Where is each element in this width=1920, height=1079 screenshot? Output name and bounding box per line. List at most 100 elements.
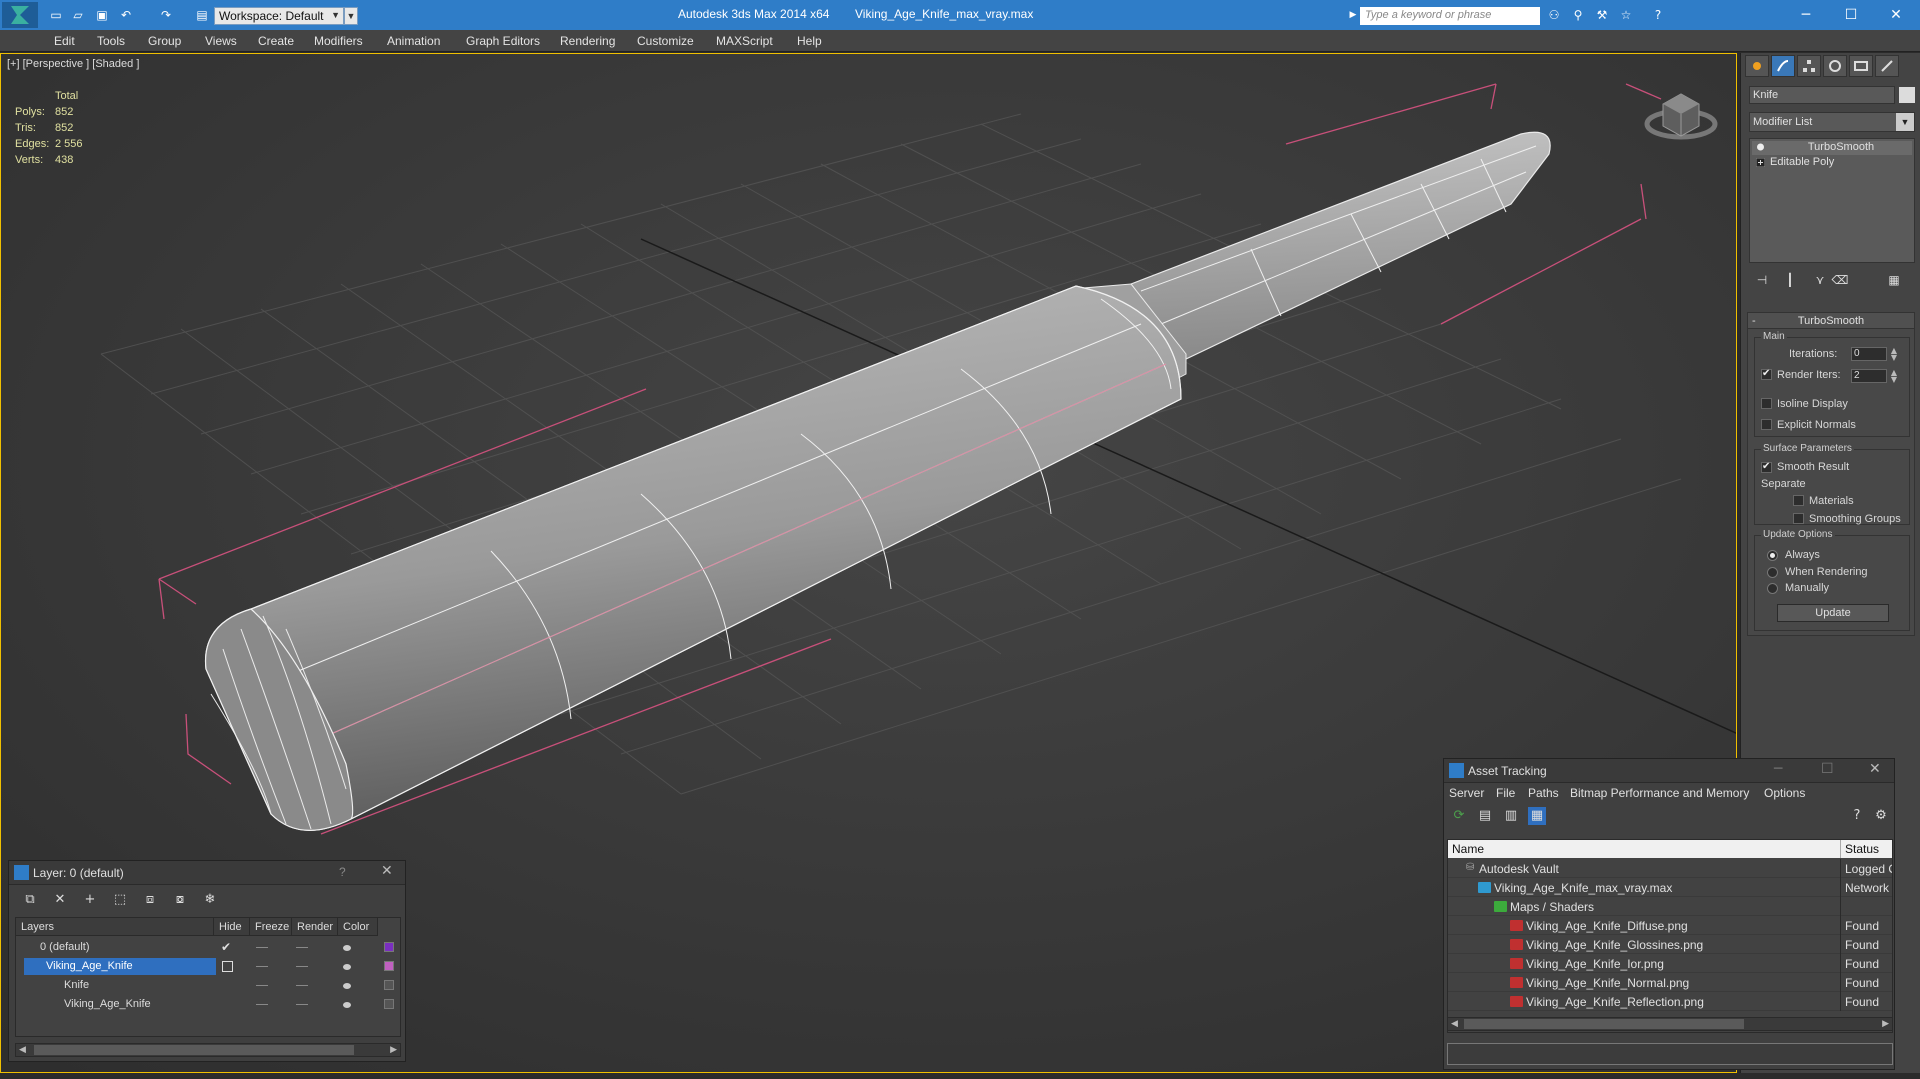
search-expand-icon[interactable]: ▶ (1345, 7, 1361, 23)
update-button[interactable]: Update (1777, 604, 1889, 622)
show-end-result-icon[interactable]: ┃ (1781, 271, 1799, 289)
menu-file[interactable]: File (1496, 786, 1515, 800)
table-row[interactable]: Viking_Age_Knife_Reflection.png Found (1448, 992, 1892, 1011)
table-row[interactable]: Maps / Shaders (1448, 897, 1892, 916)
menu-paths[interactable]: Paths (1528, 786, 1559, 800)
set-current-box[interactable] (222, 961, 233, 972)
utilities-tab-icon[interactable] (1875, 55, 1899, 77)
menu-edit[interactable]: Edit (54, 34, 75, 48)
add-selection-icon[interactable]: + (81, 891, 99, 909)
delete-layer-icon[interactable]: ✕ (51, 891, 69, 909)
expand-plus-icon[interactable] (1756, 158, 1765, 167)
spinner-arrows-icon[interactable]: ▲ ▼ (1889, 347, 1899, 362)
menu-modifiers[interactable]: Modifiers (314, 34, 363, 48)
workspace-dropdown[interactable]: Workspace: Default ▼ (214, 7, 344, 25)
table-row[interactable]: Viking_Age_Knife (16, 957, 400, 976)
teapot-render-icon[interactable] (342, 962, 352, 970)
hide-toggle[interactable] (256, 985, 268, 986)
menu-graph-editors[interactable]: Graph Editors (466, 34, 540, 48)
configure-sets-icon[interactable]: ▦ (1885, 271, 1903, 289)
communication-icon[interactable]: ⚒ (1594, 7, 1610, 23)
asset-path-field[interactable] (1447, 1043, 1893, 1065)
table-row[interactable]: Viking_Age_Knife_max_vray.max Network (1448, 878, 1892, 897)
menu-maxscript[interactable]: MAXScript (716, 34, 773, 48)
iterations-spinner[interactable]: 0 (1851, 347, 1887, 361)
layer-color-swatch[interactable] (384, 942, 394, 952)
motion-tab-icon[interactable] (1823, 55, 1847, 77)
column-header[interactable]: Freeze (250, 918, 292, 936)
pin-stack-icon[interactable]: ⊣ (1753, 271, 1771, 289)
minimize-icon[interactable]: ─ (1793, 4, 1819, 26)
table-row[interactable]: ⛁ Autodesk Vault Logged O (1448, 859, 1892, 878)
menu-tools[interactable]: Tools (97, 34, 125, 48)
freeze-all-icon[interactable]: ❄ (201, 891, 219, 909)
remove-modifier-icon[interactable]: ⌫ (1831, 271, 1849, 289)
select-objects-icon[interactable]: ⬚ (111, 891, 129, 909)
hide-toggle[interactable] (256, 966, 268, 967)
display-tab-icon[interactable] (1849, 55, 1873, 77)
new-file-icon[interactable]: ▭ (48, 7, 64, 23)
render-iters-spinner[interactable]: 2 (1851, 369, 1887, 383)
spinner-arrows-icon[interactable]: ▲ ▼ (1889, 369, 1899, 384)
modify-tab-icon[interactable] (1771, 55, 1795, 77)
scroll-thumb[interactable] (1464, 1019, 1744, 1029)
table-row[interactable]: Viking_Age_Knife_Diffuse.png Found (1448, 916, 1892, 935)
subscription-icon[interactable]: ⚲ (1570, 7, 1586, 23)
explicit-normals-checkbox[interactable] (1761, 419, 1772, 430)
stack-item-editable-poly[interactable]: Editable Poly (1752, 156, 1912, 170)
project-folder-icon[interactable]: ▤ (194, 7, 210, 23)
object-color-swatch[interactable] (1899, 87, 1915, 103)
menu-options[interactable]: Options (1764, 786, 1805, 800)
create-tab-icon[interactable] (1745, 55, 1769, 77)
menu-rendering[interactable]: Rendering (560, 34, 615, 48)
materials-checkbox[interactable] (1793, 495, 1804, 506)
menu-views[interactable]: Views (205, 34, 237, 48)
table-row[interactable]: Viking_Age_Knife_Glossines.png Found (1448, 935, 1892, 954)
binoculars-icon[interactable]: ⚇ (1546, 7, 1562, 23)
layer-dialog-titlebar[interactable]: Layer: 0 (default) ? ✕ (9, 861, 405, 885)
layer-color-swatch[interactable] (384, 980, 394, 990)
table-row[interactable]: Knife (16, 976, 400, 995)
modifier-list-dropdown[interactable]: Modifier List ▼ (1749, 112, 1915, 132)
favorites-star-icon[interactable]: ☆ (1618, 7, 1634, 23)
horizontal-scrollbar[interactable]: ◀ ▶ (1447, 1017, 1893, 1031)
workspace-menu-button[interactable]: ▼ (344, 7, 358, 25)
table-view-icon[interactable]: ▦ (1528, 807, 1546, 825)
undo-icon[interactable]: ↶ (118, 7, 134, 23)
maximize-icon[interactable]: ☐ (1838, 4, 1864, 26)
menu-bitmap-performance[interactable]: Bitmap Performance and Memory (1570, 786, 1749, 800)
help-icon[interactable]: ? (1650, 7, 1666, 23)
list-view-icon[interactable]: ▤ (1476, 807, 1494, 825)
column-header[interactable]: Hide (214, 918, 250, 936)
table-row[interactable]: 0 (default) ✔ (16, 938, 400, 957)
hide-toggle[interactable] (256, 1004, 268, 1005)
column-header[interactable]: Name (1448, 840, 1841, 858)
freeze-toggle[interactable] (296, 985, 308, 986)
smoothing-groups-checkbox[interactable] (1793, 513, 1804, 524)
horizontal-scrollbar[interactable]: ◀ ▶ (15, 1043, 401, 1057)
object-name-field[interactable]: Knife (1749, 86, 1895, 104)
asset-dialog-titlebar[interactable]: Asset Tracking ─ ☐ ✕ (1444, 759, 1894, 783)
refresh-icon[interactable]: ⟳ (1450, 807, 1468, 825)
table-row[interactable]: Viking_Age_Knife (16, 995, 400, 1014)
hide-all-icon[interactable]: ⧇ (171, 891, 189, 909)
freeze-toggle[interactable] (296, 1004, 308, 1005)
scroll-right-icon[interactable]: ▶ (1882, 1018, 1889, 1029)
menu-customize[interactable]: Customize (637, 34, 694, 48)
when-rendering-radio[interactable] (1767, 567, 1778, 578)
minimize-icon[interactable]: ─ (1774, 761, 1782, 777)
freeze-toggle[interactable] (296, 947, 308, 948)
make-unique-icon[interactable]: ⋎ (1811, 271, 1829, 289)
search-input[interactable]: Type a keyword or phrase (1360, 7, 1540, 25)
close-icon[interactable]: ✕ (1869, 761, 1881, 777)
hierarchy-tab-icon[interactable] (1797, 55, 1821, 77)
column-header[interactable]: Color (338, 918, 378, 936)
help-button[interactable]: ? (339, 865, 346, 879)
column-header[interactable]: Render (292, 918, 338, 936)
teapot-render-icon[interactable] (342, 943, 352, 951)
scroll-left-icon[interactable]: ◀ (19, 1044, 26, 1055)
freeze-toggle[interactable] (296, 966, 308, 967)
menu-group[interactable]: Group (148, 34, 181, 48)
menu-create[interactable]: Create (258, 34, 294, 48)
smooth-result-checkbox[interactable] (1761, 461, 1772, 473)
